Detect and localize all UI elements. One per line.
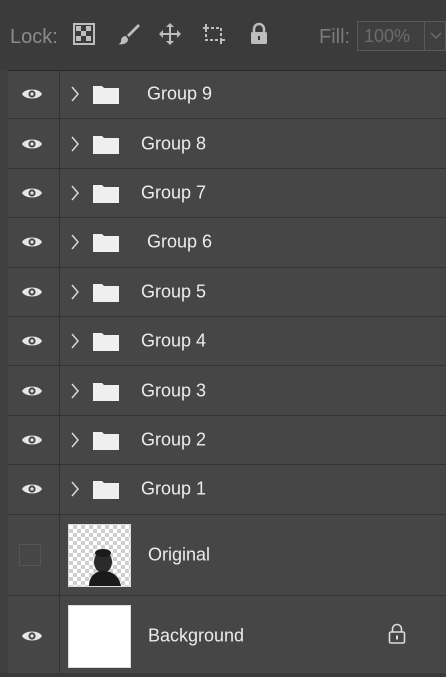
folder-icon bbox=[93, 333, 119, 352]
panel-left-edge bbox=[0, 70, 8, 677]
lock-transparent-pixels-icon[interactable] bbox=[72, 22, 98, 48]
layer-row[interactable]: Group 6 bbox=[8, 218, 446, 268]
chevron-right-icon[interactable] bbox=[70, 233, 80, 251]
eye-icon bbox=[22, 336, 42, 346]
folder-icon bbox=[93, 86, 119, 105]
layer-row[interactable]: Group 2 bbox=[8, 415, 446, 466]
visibility-toggle[interactable] bbox=[8, 366, 60, 415]
layer-row[interactable]: Group 7 bbox=[8, 168, 446, 219]
lock-icon[interactable] bbox=[388, 623, 406, 645]
layer-name: Group 4 bbox=[141, 330, 207, 351]
layer-name: Group 5 bbox=[141, 281, 207, 302]
chevron-right-icon[interactable] bbox=[70, 431, 80, 449]
folder-icon bbox=[93, 135, 119, 154]
layer-name: Group 6 bbox=[147, 231, 213, 252]
lock-position-icon[interactable] bbox=[158, 22, 184, 48]
eye-icon bbox=[22, 237, 42, 247]
chevron-right-icon[interactable] bbox=[70, 184, 80, 202]
person-silhouette-icon bbox=[89, 548, 121, 586]
visibility-toggle[interactable] bbox=[8, 218, 60, 267]
layer-name: Group 8 bbox=[141, 133, 207, 154]
visibility-toggle[interactable] bbox=[8, 465, 60, 514]
layer-row[interactable]: Group 8 bbox=[8, 119, 446, 169]
eye-icon bbox=[22, 386, 42, 396]
visibility-toggle[interactable] bbox=[8, 316, 60, 366]
visibility-toggle[interactable] bbox=[8, 267, 60, 316]
layer-thumbnail bbox=[68, 604, 131, 668]
layer-row[interactable]: Original bbox=[8, 514, 446, 596]
visibility-toggle[interactable] bbox=[8, 168, 60, 218]
layer-name: Group 9 bbox=[147, 83, 213, 104]
panel-bottom-edge bbox=[0, 673, 446, 677]
chevron-right-icon[interactable] bbox=[70, 332, 80, 350]
folder-icon bbox=[93, 481, 119, 500]
visibility-toggle[interactable] bbox=[8, 415, 60, 465]
chevron-right-icon[interactable] bbox=[70, 480, 80, 498]
eye-icon bbox=[22, 139, 42, 149]
layer-name: Group 1 bbox=[141, 478, 207, 499]
eye-icon bbox=[22, 484, 42, 494]
chevron-right-icon[interactable] bbox=[70, 135, 80, 153]
folder-icon bbox=[93, 184, 119, 203]
visibility-toggle[interactable] bbox=[8, 514, 60, 595]
layer-list: Group 9 Group 8 Group 7 Group 6 Group 5 … bbox=[8, 70, 446, 677]
lock-image-pixels-icon[interactable] bbox=[117, 22, 143, 48]
chevron-right-icon[interactable] bbox=[70, 85, 80, 103]
eye-icon bbox=[22, 435, 42, 445]
chevron-right-icon[interactable] bbox=[70, 283, 80, 301]
layer-name: Group 2 bbox=[141, 429, 207, 450]
layer-row[interactable]: Group 3 bbox=[8, 366, 446, 416]
eye-icon bbox=[22, 287, 42, 297]
folder-icon bbox=[93, 382, 119, 401]
folder-icon bbox=[93, 283, 119, 302]
visibility-toggle[interactable] bbox=[8, 70, 60, 119]
layer-row[interactable]: Group 9 bbox=[8, 70, 446, 120]
fill-label: Fill: bbox=[319, 26, 351, 48]
lock-all-icon[interactable] bbox=[248, 22, 274, 48]
chevron-right-icon[interactable] bbox=[70, 382, 80, 400]
visibility-toggle[interactable] bbox=[8, 595, 60, 676]
layer-name: Group 3 bbox=[141, 380, 207, 401]
visibility-toggle[interactable] bbox=[8, 119, 60, 168]
layer-row[interactable]: Background bbox=[8, 595, 446, 677]
layer-thumbnail bbox=[68, 523, 131, 587]
folder-icon bbox=[93, 234, 119, 253]
eye-icon bbox=[22, 89, 42, 99]
layer-name: Background bbox=[148, 625, 245, 646]
layer-name: Original bbox=[148, 544, 211, 565]
lock-label: Lock: bbox=[10, 26, 58, 48]
layer-row[interactable]: Group 1 bbox=[8, 465, 446, 515]
lock-toolbar: Lock: Fill: 100% bbox=[0, 0, 446, 71]
fill-dropdown-arrow[interactable] bbox=[425, 21, 446, 51]
hidden-visibility-box[interactable] bbox=[19, 543, 41, 566]
eye-icon bbox=[22, 188, 42, 198]
layer-row[interactable]: Group 4 bbox=[8, 316, 446, 367]
folder-icon bbox=[93, 431, 119, 450]
prevent-auto-nesting-icon[interactable] bbox=[201, 22, 227, 48]
layers-panel: Lock: Fill: 100% Group 9 Group 8 Group 7… bbox=[0, 0, 446, 677]
eye-icon bbox=[22, 631, 42, 641]
fill-opacity-input[interactable] bbox=[357, 21, 425, 51]
layer-name: Group 7 bbox=[141, 182, 207, 203]
layer-row[interactable]: Group 5 bbox=[8, 267, 446, 317]
